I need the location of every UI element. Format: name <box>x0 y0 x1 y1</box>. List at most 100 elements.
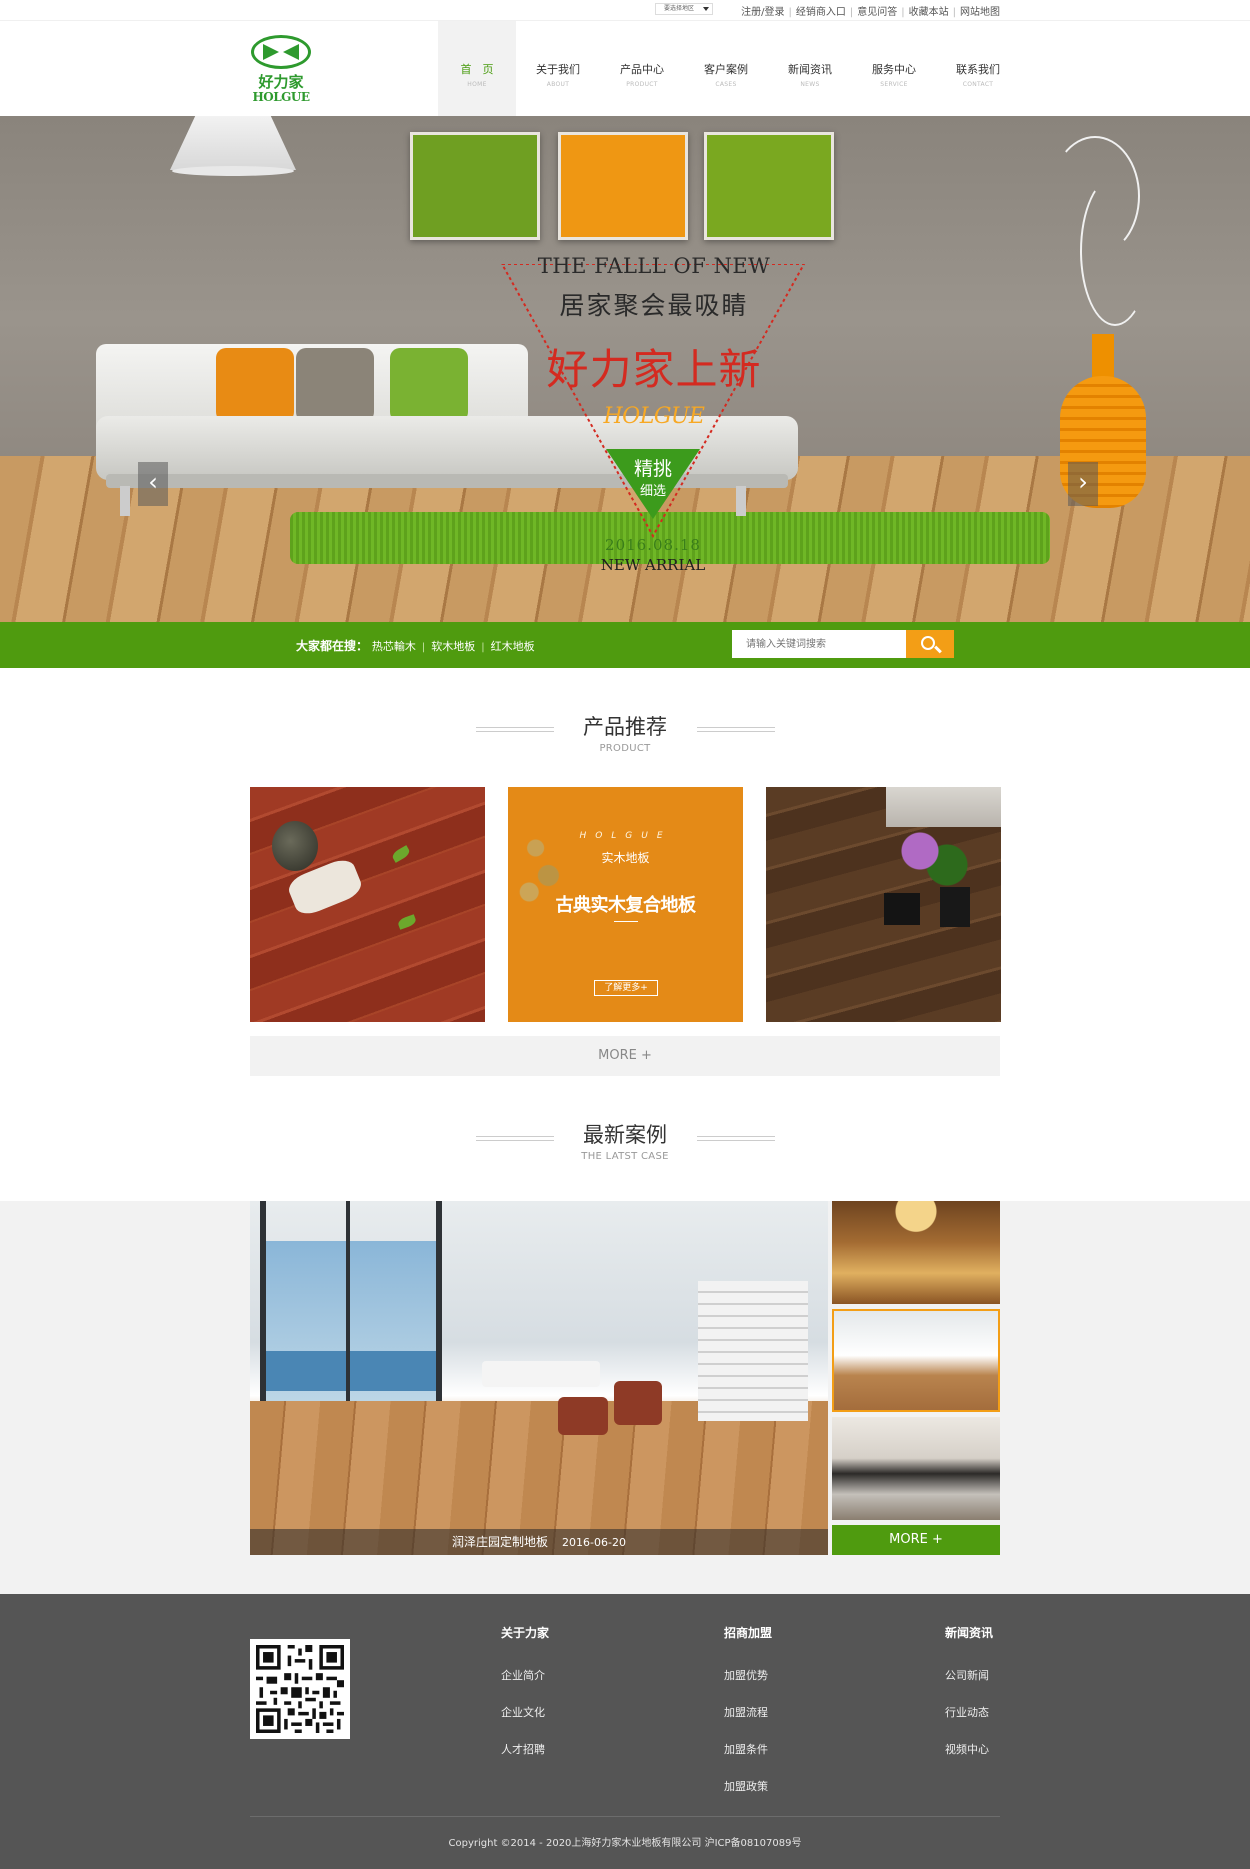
logo-mark-icon <box>251 35 311 69</box>
copyright: Copyright ©2014 - 2020上海好力家木业地板有限公司 沪ICP… <box>448 1838 802 1849</box>
case-image-decor <box>614 1381 662 1425</box>
product-image-decor <box>940 887 970 927</box>
hero-frame-orange <box>558 132 688 240</box>
case-image-decor <box>260 1201 266 1411</box>
footer-link[interactable]: 企业简介 <box>501 1667 549 1704</box>
footer-link[interactable]: 加盟优势 <box>724 1667 772 1704</box>
case-thumbnail-active[interactable] <box>832 1309 1000 1412</box>
nav-item-cases[interactable]: 客户案例 CASES <box>684 21 768 117</box>
carousel-next-button[interactable]: › <box>1068 462 1098 506</box>
hero-title-cn: 居家聚会最吸睛 <box>559 291 749 320</box>
nav-sublabel: CASES <box>715 81 737 88</box>
top-link-login[interactable]: 注册/登录 <box>741 7 784 18</box>
footer-link[interactable]: 加盟政策 <box>724 1778 772 1815</box>
footer-link[interactable]: 视频中心 <box>945 1741 993 1778</box>
search-icon-handle <box>934 645 942 654</box>
nav-label: 首 页 <box>460 63 494 76</box>
chevron-left-icon: ‹ <box>148 468 158 496</box>
footer-column-heading: 新闻资讯 <box>945 1626 994 1640</box>
product-card[interactable] <box>250 787 485 1022</box>
product-category: 实木地板 <box>601 851 650 865</box>
leaf-icon <box>390 845 412 863</box>
nav-label: 新闻资讯 <box>788 63 832 76</box>
case-image-decor <box>346 1201 350 1411</box>
top-links: 注册/登录 | 经销商入口 | 意见问答 | 收藏本站 | 网站地图 <box>741 3 1000 18</box>
hot-search-link[interactable]: 软木地板 <box>431 640 475 653</box>
hero-lamp-rim <box>172 166 294 176</box>
case-thumbnail[interactable] <box>832 1201 1000 1304</box>
footer-link[interactable]: 行业动态 <box>945 1704 993 1741</box>
divider: | <box>481 642 485 653</box>
hot-search-link[interactable]: 红木地板 <box>491 640 535 653</box>
chevron-down-icon <box>703 7 709 11</box>
cases-more-button[interactable]: MORE + <box>832 1525 1000 1555</box>
nav-label: 产品中心 <box>620 63 664 76</box>
divider: | <box>421 642 426 653</box>
hero-brand: HOLGUE <box>603 404 705 429</box>
case-title[interactable]: 润泽庄园定制地板 <box>452 1535 548 1549</box>
top-link-bookmark[interactable]: 收藏本站 <box>909 7 949 18</box>
case-thumbnail[interactable] <box>832 1417 1000 1520</box>
learn-more-button[interactable]: 了解更多+ <box>594 980 658 996</box>
hero-title-en: THE FALLL OF NEW <box>537 254 771 278</box>
product-image-decor <box>272 821 318 871</box>
region-select[interactable]: 要选择地区 <box>655 3 713 15</box>
nav-sublabel: CONTACT <box>962 81 994 88</box>
top-link-feedback[interactable]: 意见问答 <box>857 7 897 18</box>
top-utility-bar: 要选择地区 注册/登录 | 经销商入口 | 意见问答 | 收藏本站 | 网站地图 <box>0 0 1250 20</box>
top-link-dealer[interactable]: 经销商入口 <box>796 7 846 18</box>
nav-label: 联系我们 <box>956 63 1000 76</box>
site-logo[interactable]: 好力家 HOLGUE <box>248 35 314 105</box>
hero-headline: 好力家上新 <box>546 345 762 394</box>
divider: | <box>788 7 792 18</box>
hero-frame-green <box>410 132 540 240</box>
footer-link[interactable]: 加盟条件 <box>724 1741 772 1778</box>
products-more-button[interactable]: MORE + <box>250 1036 1000 1076</box>
search-strip: 大家都在搜： 热芯輸木 | 软木地板 | 红木地板 <box>0 622 1250 668</box>
section-subtitle: THE LATST CASE <box>581 1151 669 1162</box>
search-icon <box>921 636 935 650</box>
qr-code-icon <box>256 1645 344 1733</box>
hero-pillow-grey <box>296 348 374 422</box>
search-input[interactable] <box>732 630 906 658</box>
search-button[interactable] <box>906 630 954 658</box>
nav-item-service[interactable]: 服务中心 SERVICE <box>852 21 936 117</box>
main-nav: 首 页 HOME 关于我们 ABOUT 产品中心 PRODUCT 客户案例 CA… <box>438 21 1020 117</box>
footer-link[interactable]: 企业文化 <box>501 1704 549 1741</box>
case-main-image[interactable] <box>250 1201 828 1555</box>
divider <box>250 1816 1000 1817</box>
nav-item-product[interactable]: 产品中心 PRODUCT <box>600 21 684 117</box>
product-card[interactable] <box>766 787 1001 1022</box>
nav-item-about[interactable]: 关于我们 ABOUT <box>516 21 600 117</box>
footer-link[interactable]: 公司新闻 <box>945 1667 993 1704</box>
nav-sublabel: PRODUCT <box>626 81 658 88</box>
footer-link[interactable]: 人才招聘 <box>501 1741 549 1778</box>
case-image-decor <box>558 1397 608 1435</box>
hero-branch <box>1080 176 1150 326</box>
nav-item-home[interactable]: 首 页 HOME <box>438 21 516 117</box>
cases-section-title: 最新案例 THE LATST CASE <box>0 1119 1250 1162</box>
divider: | <box>952 7 956 18</box>
hot-search-link[interactable]: 热芯輸木 <box>372 640 416 653</box>
case-image-decor <box>260 1351 440 1391</box>
case-image-decor <box>482 1361 600 1387</box>
nav-item-news[interactable]: 新闻资讯 NEWS <box>768 21 852 117</box>
leaf-icon <box>396 914 418 930</box>
product-image-decor <box>884 893 920 925</box>
carousel-prev-button[interactable]: ‹ <box>138 462 168 506</box>
footer-link[interactable]: 加盟流程 <box>724 1704 772 1741</box>
divider: | <box>901 7 905 18</box>
nav-sublabel: NEWS <box>800 81 820 88</box>
nav-item-contact[interactable]: 联系我们 CONTACT <box>936 21 1020 117</box>
chevron-right-icon: › <box>1078 468 1088 496</box>
product-brand: HOLGUE <box>579 831 672 841</box>
product-card-featured[interactable]: HOLGUE 实木地板 古典实木复合地板 了解更多+ <box>508 787 743 1022</box>
hero-lamp <box>170 116 296 170</box>
divider: | <box>849 7 854 18</box>
top-link-sitemap[interactable]: 网站地图 <box>960 7 1000 18</box>
nav-sublabel: HOME <box>467 81 487 88</box>
product-title: 古典实木复合地板 <box>555 895 697 916</box>
hero-banner: THE FALLL OF NEW 居家聚会最吸睛 好力家上新 HOLGUE 精挑… <box>0 116 1250 622</box>
section-title: 产品推荐 <box>583 715 667 739</box>
divider <box>614 921 638 922</box>
